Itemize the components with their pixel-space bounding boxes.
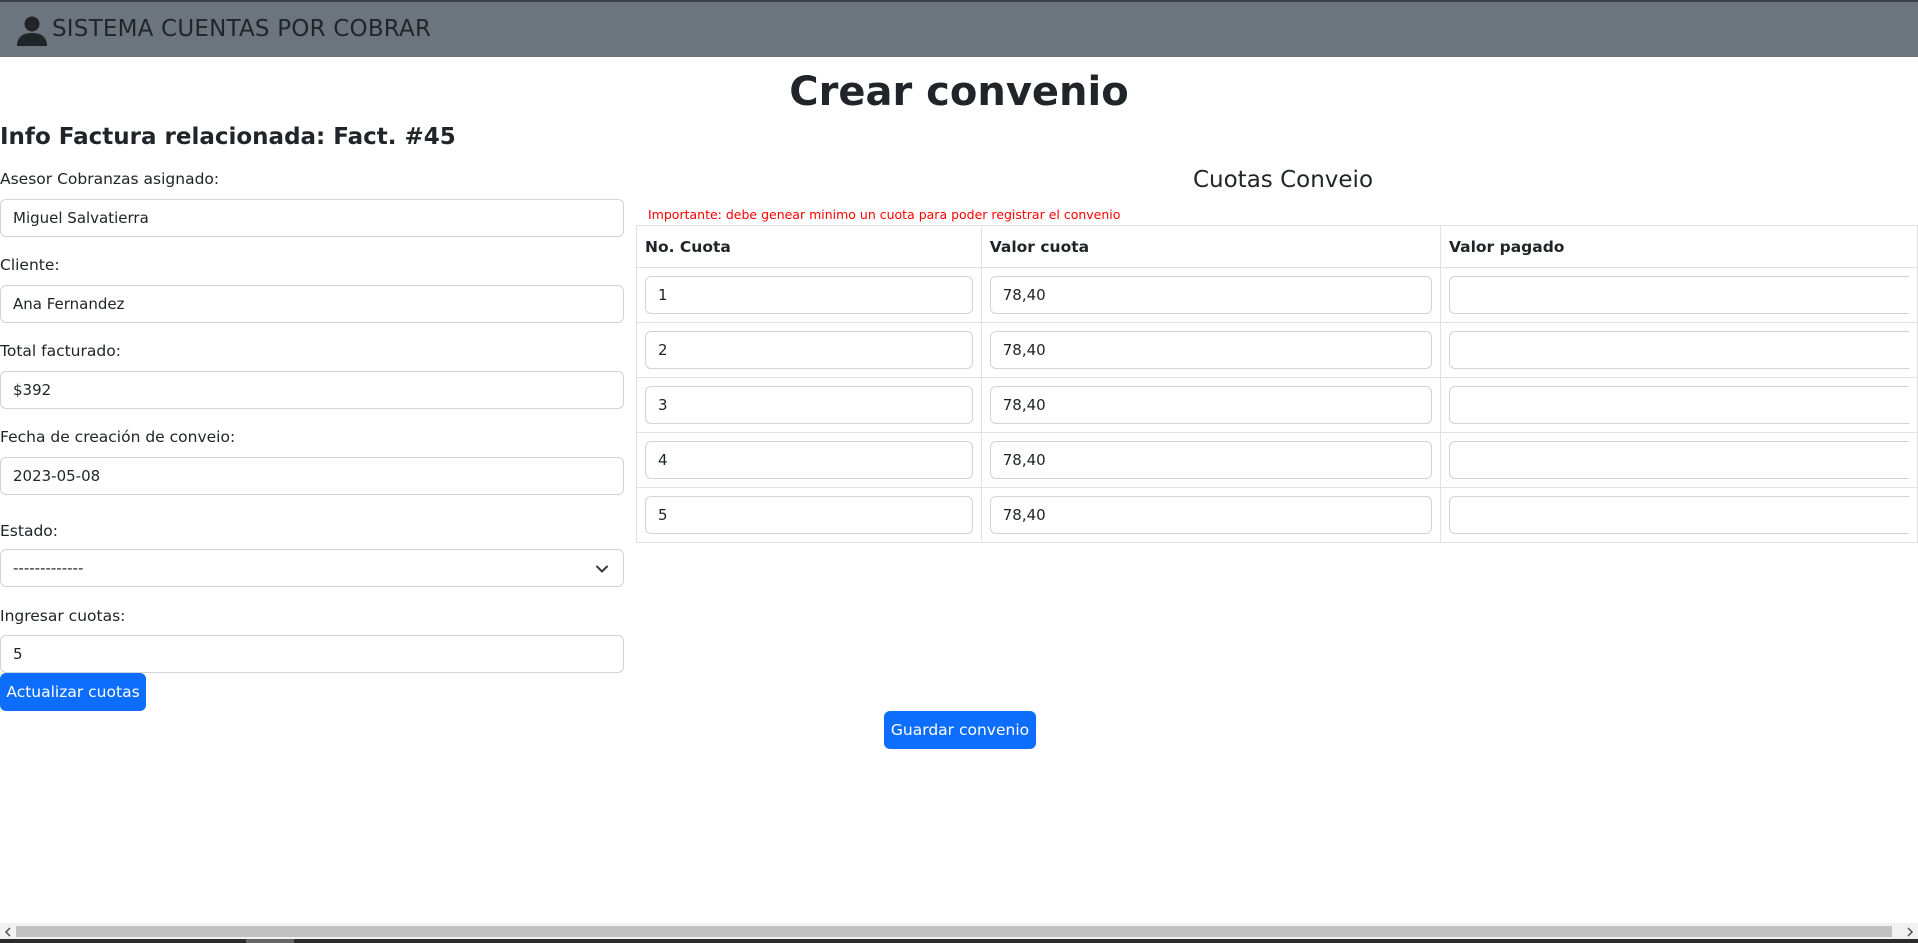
cuota-value-input[interactable] (989, 386, 1432, 424)
horizontal-scrollbar[interactable] (0, 923, 1918, 943)
total-facturado-label: Total facturado: (0, 342, 121, 360)
cliente-label: Cliente: (0, 256, 60, 274)
chevron-down-icon (596, 565, 608, 573)
user-icon (17, 16, 47, 46)
table-row (636, 487, 1918, 543)
cuota-value-input[interactable] (989, 496, 1432, 534)
estado-label: Estado: (0, 522, 58, 540)
estado-selected-value: ------------- (13, 559, 84, 577)
cuota-number-input[interactable] (645, 386, 973, 424)
cuotas-count-label: Ingresar cuotas: (0, 607, 126, 625)
cuota-paid-input[interactable] (1448, 496, 1909, 534)
cuota-paid-input[interactable] (1448, 386, 1909, 424)
total-facturado-input[interactable] (0, 371, 624, 409)
scroll-right-icon[interactable] (1905, 927, 1915, 937)
cuotas-count-input[interactable] (0, 635, 624, 673)
header-valor-pagado: Valor pagado (1439, 225, 1918, 268)
asesor-input[interactable] (0, 199, 624, 237)
estado-select[interactable]: ------------- (0, 549, 624, 587)
cuota-value-input[interactable] (989, 276, 1432, 314)
scrollbar-thumb[interactable] (16, 926, 1892, 937)
cuota-number-input[interactable] (645, 331, 973, 369)
table-row (636, 432, 1918, 488)
cuota-value-input[interactable] (989, 441, 1432, 479)
fecha-input[interactable] (0, 457, 624, 495)
cliente-input[interactable] (0, 285, 624, 323)
cuota-number-input[interactable] (645, 441, 973, 479)
header-no-cuota: No. Cuota (636, 225, 982, 268)
cuota-value-input[interactable] (989, 331, 1432, 369)
cuotas-table: No. Cuota Valor cuota Valor pagado (636, 225, 1918, 543)
page-title: Crear convenio (789, 69, 1129, 115)
cuota-number-input[interactable] (645, 276, 973, 314)
cuota-paid-input[interactable] (1448, 276, 1909, 314)
table-header-row: No. Cuota Valor cuota Valor pagado (636, 225, 1918, 268)
header-valor-cuota: Valor cuota (980, 225, 1441, 268)
table-row (636, 322, 1918, 378)
asesor-label: Asesor Cobranzas asignado: (0, 170, 220, 188)
cuotas-notice: Importante: debe genear minimo un cuota … (648, 207, 1121, 222)
cuotas-section-title: Cuotas Conveio (1192, 167, 1374, 193)
update-cuotas-button[interactable]: Actualizar cuotas (0, 673, 146, 711)
save-convenio-button[interactable]: Guardar convenio (884, 711, 1036, 749)
table-row (636, 267, 1918, 323)
cuota-number-input[interactable] (645, 496, 973, 534)
navbar-brand[interactable]: SISTEMA CUENTAS POR COBRAR (52, 16, 431, 42)
table-row (636, 377, 1918, 433)
navbar: SISTEMA CUENTAS POR COBRAR (0, 0, 1918, 57)
fecha-label: Fecha de creación de conveio: (0, 428, 236, 446)
cuota-paid-input[interactable] (1448, 441, 1909, 479)
invoice-info-heading: Info Factura relacionada: Fact. #45 (0, 124, 456, 150)
cuota-paid-input[interactable] (1448, 331, 1909, 369)
scroll-left-icon[interactable] (3, 927, 13, 937)
taskbar-indicator (246, 939, 294, 943)
